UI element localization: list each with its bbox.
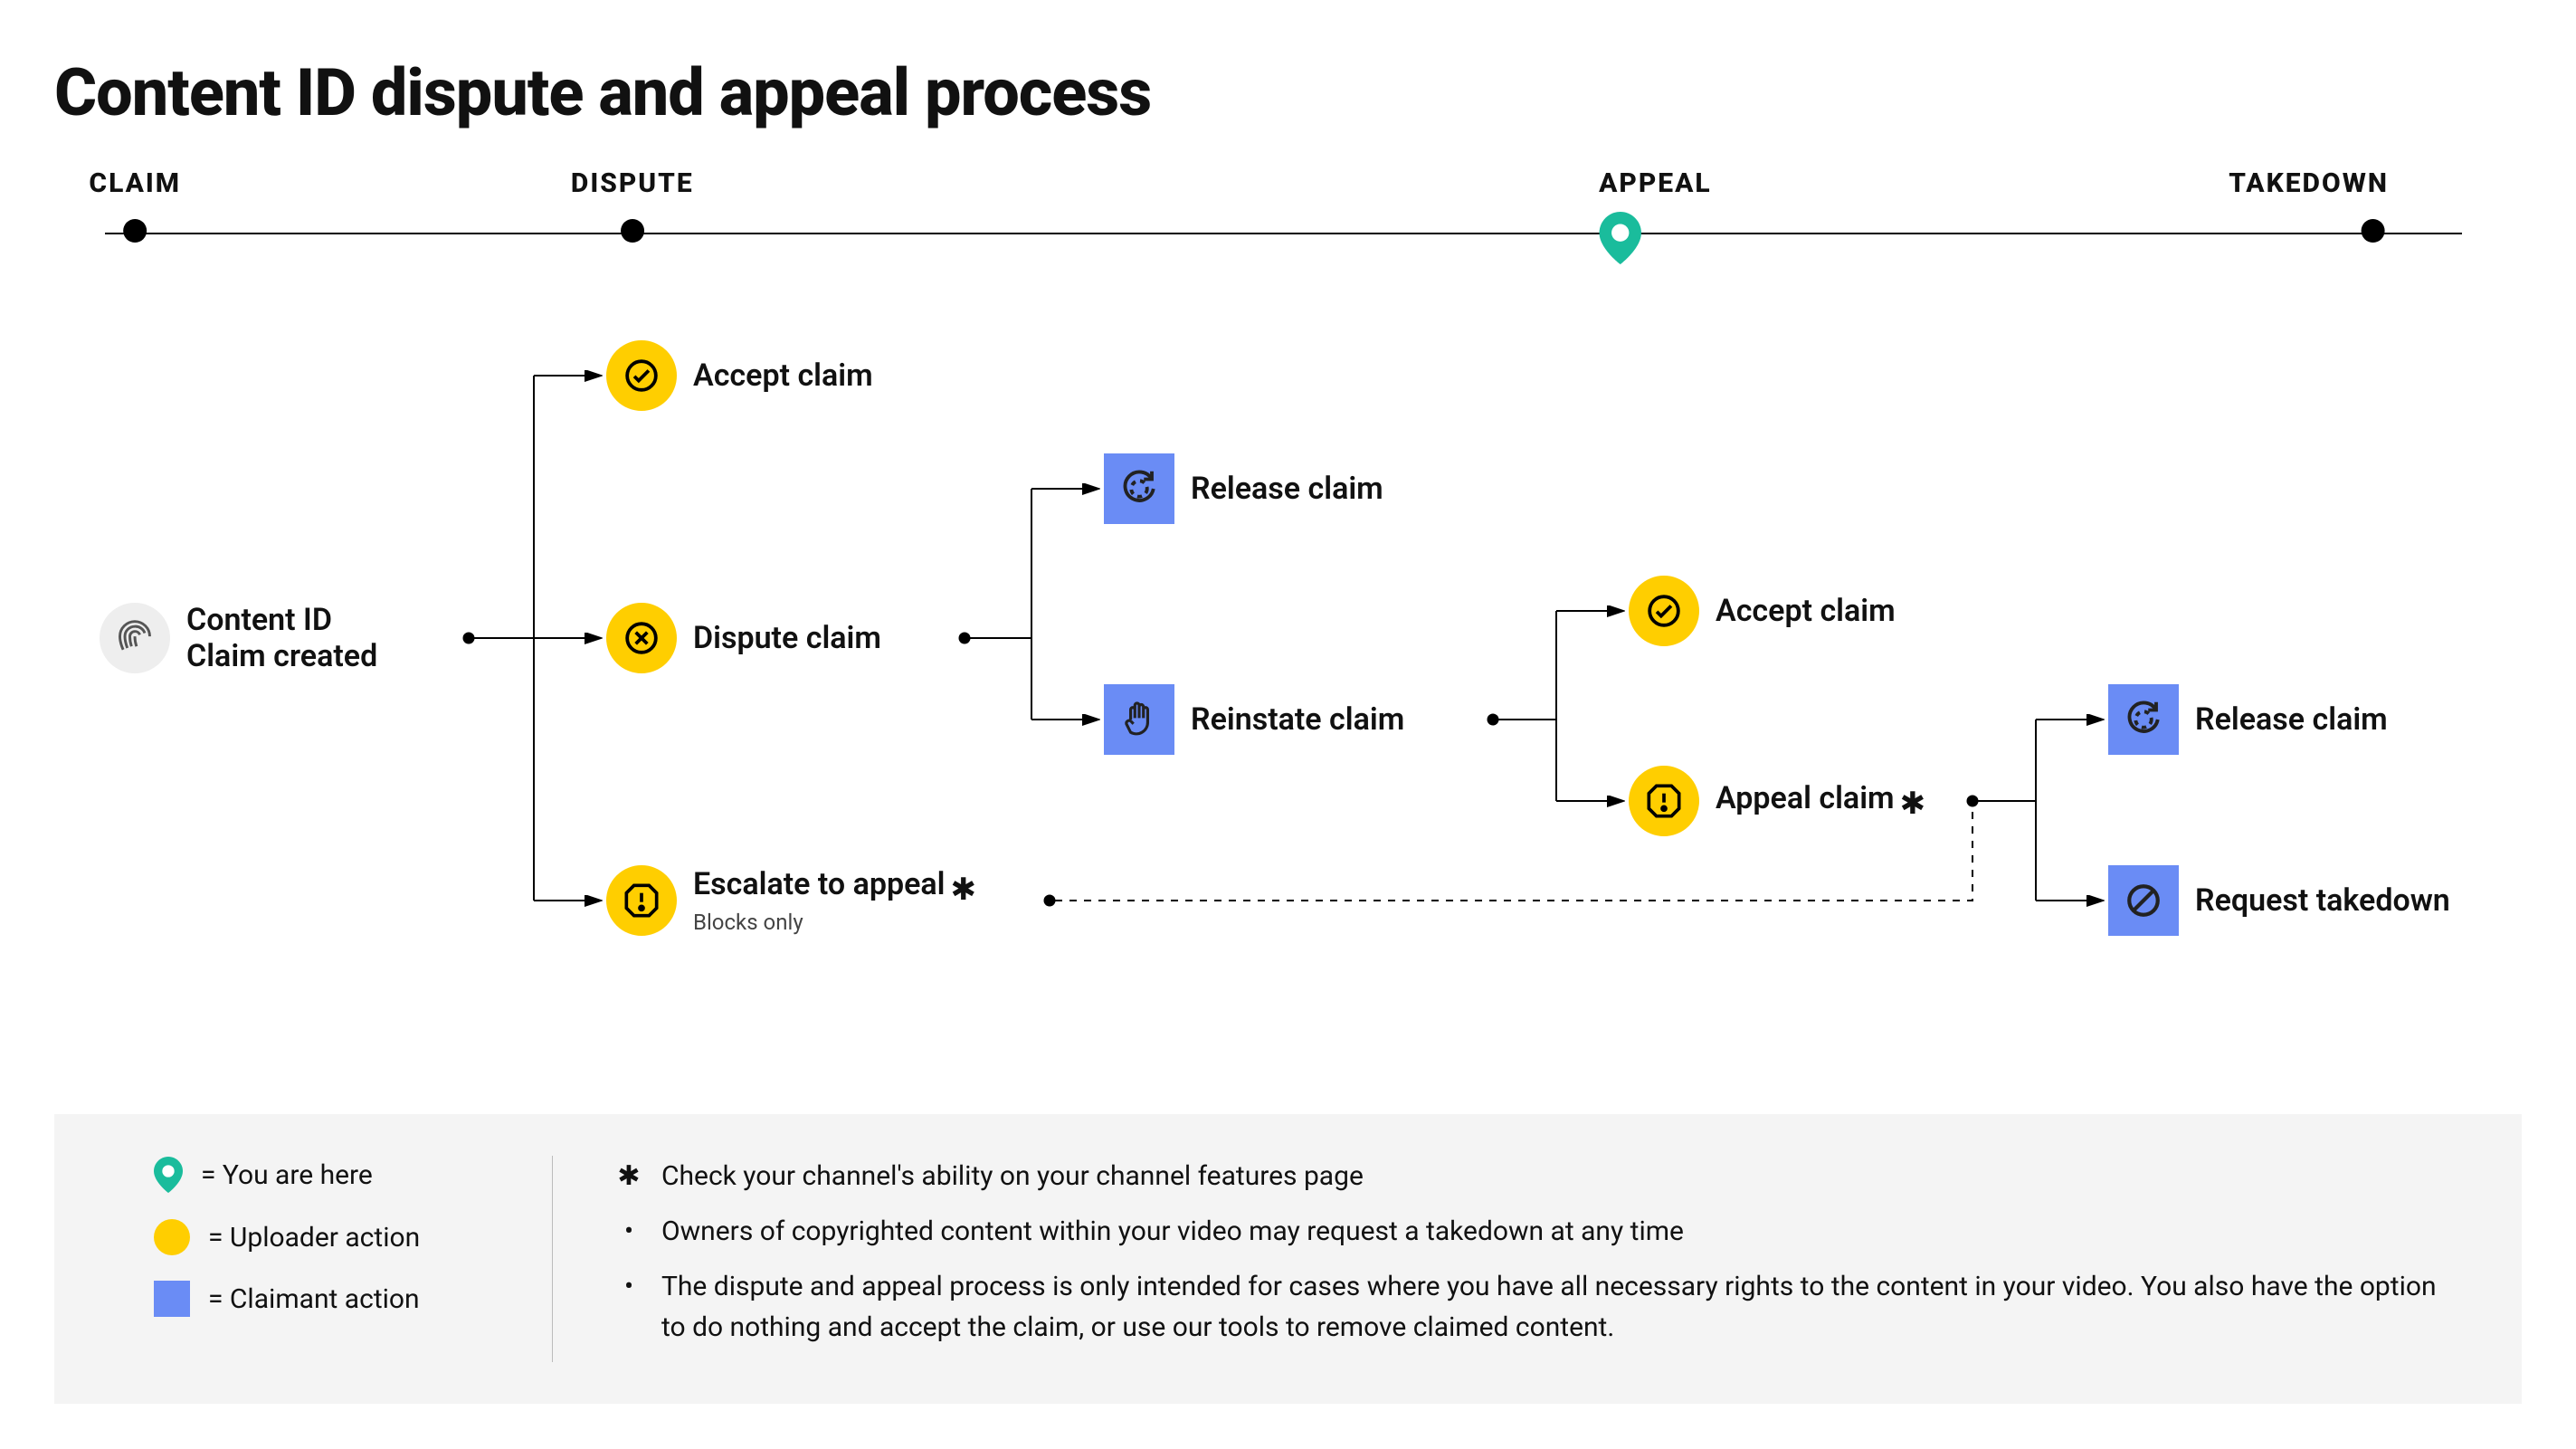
check-circle-icon bbox=[1629, 576, 1699, 646]
prohibited-icon bbox=[2108, 865, 2179, 936]
stage-label: CLAIM bbox=[89, 167, 181, 199]
node-request-takedown: Request takedown bbox=[2108, 865, 2450, 936]
node-label: Release claim bbox=[2195, 701, 2388, 738]
node-label: Release claim bbox=[1191, 471, 1383, 507]
legend-note-text: Check your channel's ability on your cha… bbox=[661, 1156, 1364, 1196]
node-label: Request takedown bbox=[2195, 882, 2450, 919]
node-label: Accept claim bbox=[693, 357, 873, 394]
asterisk-icon: ✱ bbox=[616, 1156, 642, 1196]
legend-divider bbox=[552, 1156, 553, 1362]
legend-keys: = You are here = Uploader action = Claim… bbox=[154, 1156, 489, 1317]
legend-claimant: = Claimant action bbox=[154, 1281, 489, 1317]
legend-note-text: The dispute and appeal process is only i… bbox=[661, 1266, 2458, 1348]
stage-dispute: DISPUTE bbox=[571, 167, 694, 243]
legend-notes: ✱ Check your channel's ability on your c… bbox=[616, 1156, 2458, 1362]
warning-octagon-icon bbox=[1629, 766, 1699, 836]
stage-label: APPEAL bbox=[1599, 167, 1712, 199]
legend-note: • Owners of copyrighted content within y… bbox=[616, 1211, 2458, 1252]
node-release-claim: Release claim bbox=[1104, 453, 1383, 524]
stage-takedown: TAKEDOWN bbox=[2293, 167, 2453, 243]
x-circle-icon bbox=[606, 603, 677, 673]
legend-note: • The dispute and appeal process is only… bbox=[616, 1266, 2458, 1348]
node-dispute-claim: Dispute claim bbox=[606, 603, 881, 673]
legend-note-text: Owners of copyrighted content within you… bbox=[661, 1211, 1684, 1252]
legend-note-star: ✱ Check your channel's ability on your c… bbox=[616, 1156, 2458, 1196]
stage-dot bbox=[621, 219, 644, 243]
fingerprint-icon bbox=[100, 603, 170, 673]
node-appeal-claim: Appeal claim✱ bbox=[1629, 766, 1925, 836]
timeline-line bbox=[105, 233, 2462, 234]
legend-text: = Claimant action bbox=[208, 1283, 420, 1315]
node-label: Claim created bbox=[186, 638, 377, 674]
node-label: Dispute claim bbox=[693, 620, 881, 656]
bullet-icon: • bbox=[616, 1266, 642, 1348]
flow-diagram: Content ID Claim created Accept claim Di… bbox=[63, 303, 2522, 1009]
node-label: Content ID bbox=[186, 602, 377, 638]
stage-appeal: APPEAL bbox=[1599, 167, 1712, 268]
bullet-icon: • bbox=[616, 1211, 642, 1252]
legend-text: = You are here bbox=[201, 1159, 373, 1191]
warning-octagon-icon bbox=[606, 865, 677, 936]
node-escalate-appeal: Escalate to appeal✱ Blocks only bbox=[606, 865, 976, 936]
page-title: Content ID dispute and appeal process bbox=[54, 54, 2522, 131]
node-accept-claim-2: Accept claim bbox=[1629, 576, 1896, 646]
node-label: Reinstate claim bbox=[1191, 701, 1404, 738]
stage-dot bbox=[2361, 219, 2384, 243]
check-circle-icon bbox=[606, 340, 677, 411]
node-release-claim-2: Release claim bbox=[2108, 684, 2388, 755]
you-are-here-pin-icon bbox=[1599, 212, 1642, 264]
node-label: Appeal claim bbox=[1716, 780, 1895, 816]
hand-stop-icon bbox=[1104, 684, 1174, 755]
asterisk-icon: ✱ bbox=[1900, 786, 1926, 822]
node-claim-created: Content ID Claim created bbox=[100, 602, 377, 674]
timeline: CLAIM DISPUTE APPEAL TAKEDOWN bbox=[100, 167, 2467, 258]
release-icon bbox=[1104, 453, 1174, 524]
node-sublabel: Blocks only bbox=[693, 910, 976, 935]
node-label: Escalate to appeal bbox=[693, 866, 946, 902]
legend: = You are here = Uploader action = Claim… bbox=[54, 1114, 2522, 1404]
map-pin-icon bbox=[154, 1156, 183, 1194]
node-accept-claim: Accept claim bbox=[606, 340, 873, 411]
yellow-dot-icon bbox=[154, 1219, 190, 1255]
legend-text: = Uploader action bbox=[208, 1222, 420, 1254]
legend-you-are-here: = You are here bbox=[154, 1156, 489, 1194]
stage-label: TAKEDOWN bbox=[2229, 167, 2389, 199]
release-icon bbox=[2108, 684, 2179, 755]
stage-dot bbox=[123, 219, 147, 243]
asterisk-icon: ✱ bbox=[951, 872, 977, 908]
node-reinstate-claim: Reinstate claim bbox=[1104, 684, 1404, 755]
blue-square-icon bbox=[154, 1281, 190, 1317]
stage-claim: CLAIM bbox=[89, 167, 181, 243]
node-label: Accept claim bbox=[1716, 593, 1896, 629]
legend-uploader: = Uploader action bbox=[154, 1219, 489, 1255]
stage-label: DISPUTE bbox=[571, 167, 694, 199]
